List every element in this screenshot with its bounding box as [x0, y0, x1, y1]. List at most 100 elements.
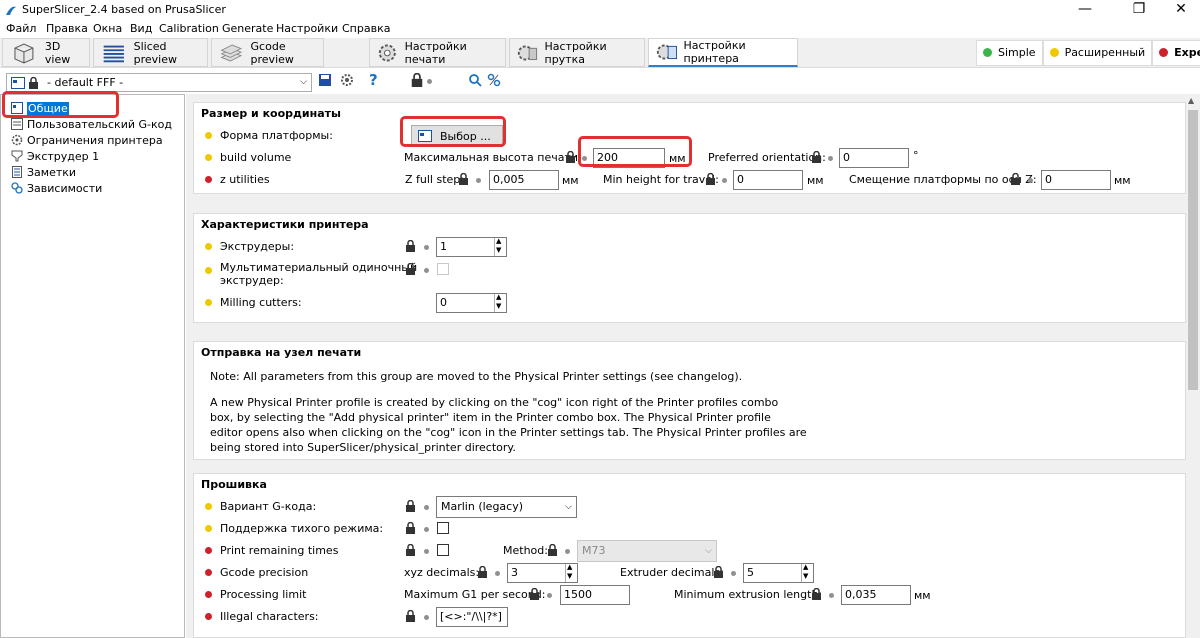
scroll-up-icon[interactable]: ▲ [1188, 96, 1194, 105]
close-button[interactable]: ✕ [1158, 0, 1200, 20]
select-value: M73 [582, 544, 606, 557]
printer-cog-icon [656, 44, 678, 60]
red-dot-icon [205, 176, 212, 183]
system-dot-icon [722, 178, 727, 183]
host-note: Note: All parameters from this group are… [210, 370, 743, 383]
printer-preset-combo[interactable]: - default FFF - ⌵ [6, 73, 312, 92]
menu-calibration[interactable]: Calibration [159, 22, 219, 35]
remaining-times-checkbox[interactable] [437, 544, 449, 556]
menu-file[interactable]: Файл [6, 22, 36, 35]
lock-icon[interactable] [547, 544, 558, 556]
build-volume-label: build volume [220, 151, 292, 164]
group-printer-characteristics: Характеристики принтера Экструдеры: 1 Му… [193, 213, 1186, 323]
lock-icon[interactable] [405, 263, 416, 275]
tree-item-notes[interactable]: Заметки [11, 164, 76, 180]
menu-edit[interactable]: Правка [46, 22, 88, 35]
lock-icon[interactable] [405, 610, 416, 622]
dependencies-icon [11, 182, 23, 194]
scrollbar-thumb[interactable] [1188, 110, 1198, 390]
lock-icon[interactable] [405, 522, 416, 534]
z-offset-input[interactable]: 0 [1041, 170, 1111, 190]
tree-item-extruder-1[interactable]: Экструдер 1 [11, 148, 99, 164]
unit-label: ° [913, 149, 919, 162]
lock-icon[interactable] [458, 173, 469, 185]
minimize-button[interactable]: — [1062, 0, 1108, 20]
preferred-orientation-input[interactable]: 0 [839, 148, 909, 168]
lock-icon[interactable] [565, 151, 576, 163]
tree-item-machine-limits[interactable]: Ограничения принтера [11, 132, 163, 148]
lock-icon[interactable] [811, 588, 822, 600]
system-dot-icon [828, 156, 833, 161]
lock-icon[interactable] [410, 73, 424, 87]
tab-printer-settings[interactable]: Настройки принтера [648, 38, 798, 67]
system-dot-icon [565, 549, 570, 554]
mode-simple[interactable]: Simple [976, 39, 1043, 66]
tree-item-custom-gcode[interactable]: Пользовательский G-код [11, 116, 172, 132]
milling-spinner[interactable]: 0 [436, 293, 507, 313]
highlight-box [400, 116, 506, 147]
preferred-orientation-label: Preferred orientation: [708, 151, 826, 164]
menu-view[interactable]: Вид [130, 22, 152, 35]
mode-advanced[interactable]: Расширенный [1042, 39, 1153, 66]
menu-help[interactable]: Справка [342, 22, 390, 35]
lock-icon[interactable] [1010, 173, 1021, 185]
xyz-decimals-spinner[interactable]: 3 [507, 563, 578, 583]
group-title: Отправка на узел печати [201, 346, 362, 359]
help-icon[interactable]: ? [369, 71, 378, 89]
lock-icon[interactable] [705, 173, 716, 185]
yellow-dot-icon [205, 132, 212, 139]
lock-icon[interactable] [477, 566, 488, 578]
spinner-arrows-icon[interactable] [565, 563, 577, 582]
vertical-scrollbar[interactable]: ▲ [1186, 94, 1200, 638]
gcode-flavor-select[interactable]: Marlin (legacy) ⌵ [436, 496, 577, 518]
spinner-arrows-icon[interactable] [494, 293, 506, 312]
compare-icon[interactable] [487, 73, 501, 87]
max-g1-input[interactable]: 1500 [560, 585, 630, 605]
host-description-line: editor opens also when clicking on the "… [210, 426, 807, 439]
illegal-characters-input[interactable]: [<>:"/\\|?*] [436, 607, 508, 627]
tab-print-settings[interactable]: Настройки печати [369, 38, 506, 67]
min-height-input[interactable]: 0 [733, 170, 803, 190]
menu-generate[interactable]: Generate [222, 22, 273, 35]
tab-3d-view[interactable]: 3D view [2, 38, 90, 67]
search-icon[interactable] [468, 73, 482, 87]
spinner-arrows-icon[interactable] [801, 563, 813, 582]
silent-mode-checkbox[interactable] [437, 522, 449, 534]
save-icon[interactable] [318, 73, 332, 87]
system-dot-icon [731, 571, 736, 576]
lock-icon[interactable] [405, 500, 416, 512]
maximize-button[interactable]: ❐ [1116, 0, 1162, 20]
filament-cog-icon [517, 45, 538, 60]
cog-icon[interactable] [340, 73, 354, 87]
extruders-spinner[interactable]: 1 [436, 237, 507, 257]
mode-label: Расширенный [1064, 46, 1146, 59]
menu-settings[interactable]: Настройки [276, 22, 338, 35]
menu-bar: Файл Правка Окна Вид Calibration Generat… [0, 20, 1200, 38]
lock-icon[interactable] [405, 240, 416, 252]
method-select[interactable]: M73 ⌵ [577, 540, 717, 562]
unit-label: мм [914, 589, 931, 602]
lock-icon[interactable] [405, 544, 416, 556]
lock-icon[interactable] [713, 566, 724, 578]
min-extrusion-input[interactable]: 0,035 [841, 585, 911, 605]
extruder-decimals-spinner[interactable]: 5 [743, 563, 814, 583]
menu-windows[interactable]: Окна [93, 22, 122, 35]
lock-icon[interactable] [529, 588, 540, 600]
highlight-box [578, 136, 692, 167]
tab-gcode-preview[interactable]: Gcode preview [211, 38, 324, 67]
z-full-step-input[interactable]: 0,005 [489, 170, 559, 190]
settings-tree: Общие Пользовательский G-код Ограничения… [0, 94, 185, 638]
tab-sliced-preview[interactable]: Sliced preview [93, 38, 208, 67]
mmu-checkbox[interactable] [437, 263, 449, 275]
tab-label: Настройки прутка [544, 39, 607, 66]
yellow-dot-icon [205, 299, 212, 306]
window-title: SuperSlicer_2.4 based on PrusaSlicer [22, 3, 226, 16]
spinner-arrows-icon[interactable] [494, 237, 506, 256]
title-bar: SuperSlicer_2.4 based on PrusaSlicer — ❐… [0, 0, 1200, 20]
lock-icon[interactable] [811, 151, 822, 163]
row-extruders: Экструдеры: 1 [194, 237, 1187, 257]
mode-expert[interactable]: Expert [1152, 39, 1200, 66]
tree-item-dependencies[interactable]: Зависимости [11, 180, 102, 196]
tab-filament-settings[interactable]: Настройки прутка [509, 38, 645, 67]
red-dot-icon [205, 591, 212, 598]
